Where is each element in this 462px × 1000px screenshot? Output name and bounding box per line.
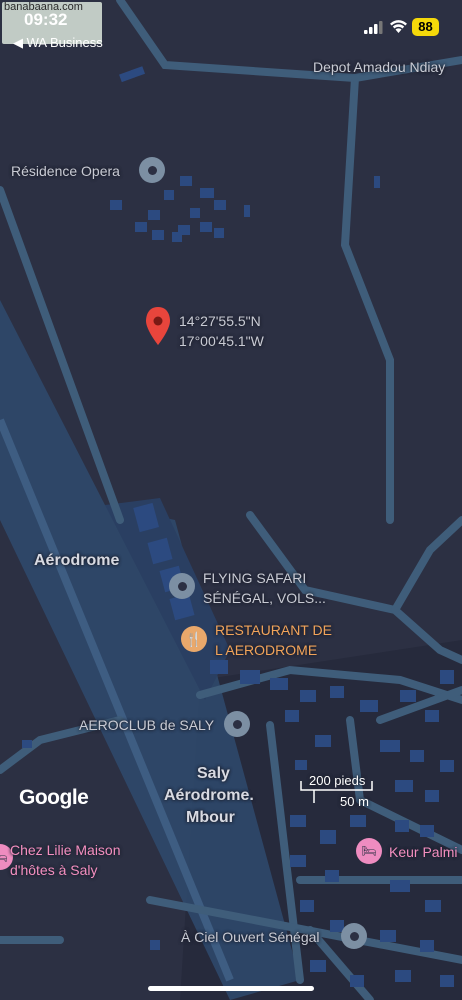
label-chez-lilie-1[interactable]: Chez Lilie Maison	[10, 840, 121, 860]
label-ciel-ouvert[interactable]: À Ciel Ouvert Sénégal	[181, 927, 320, 947]
status-time: 09:32	[24, 10, 68, 29]
google-logo: Google	[19, 786, 89, 809]
label-flying-safari-1[interactable]: FLYING SAFARI	[203, 568, 306, 588]
place-icon[interactable]	[169, 573, 195, 599]
label-saly-3[interactable]: Mbour	[186, 808, 235, 828]
label-flying-safari-2[interactable]: SÉNÉGAL, VOLS...	[203, 588, 326, 608]
label-keur-palmi[interactable]: Keur Palmi	[389, 842, 457, 862]
place-icon[interactable]	[224, 711, 250, 737]
label-depot[interactable]: Depot Amadou Ndiay	[313, 57, 445, 77]
label-restaurant-1[interactable]: RESTAURANT DE	[215, 620, 332, 640]
map-scale: 200 pieds 50 m	[300, 773, 380, 813]
wifi-icon	[390, 20, 407, 33]
scale-meters: 50 m	[340, 794, 369, 809]
status-bar: banabaana.com 09:32 ◀ WA Business 88	[0, 0, 462, 58]
place-icon[interactable]	[139, 157, 165, 183]
label-saly-1[interactable]: Saly	[197, 764, 230, 784]
scale-feet: 200 pieds	[309, 773, 366, 788]
label-restaurant-2[interactable]: L AERODROME	[215, 640, 317, 660]
pin-latitude: 14°27'55.5"N	[179, 313, 261, 329]
pin-longitude: 17°00'45.1"W	[179, 333, 264, 349]
place-icon[interactable]	[341, 923, 367, 949]
fork-knife-icon[interactable]: 🍴	[181, 626, 207, 652]
home-indicator[interactable]	[148, 986, 314, 991]
cellular-signal-icon	[364, 21, 383, 34]
battery-indicator: 88	[412, 18, 439, 36]
label-aerodrome[interactable]: Aérodrome	[34, 551, 119, 571]
label-chez-lilie-2[interactable]: d'hôtes à Saly	[10, 860, 98, 880]
bed-icon[interactable]: 🛏	[356, 838, 382, 864]
label-residence-opera[interactable]: Résidence Opera	[11, 161, 120, 181]
label-saly-2[interactable]: Aérodrome.	[164, 786, 254, 806]
label-aeroclub[interactable]: AEROCLUB de SALY	[79, 715, 214, 735]
back-to-app-link[interactable]: ◀ WA Business	[13, 35, 103, 51]
